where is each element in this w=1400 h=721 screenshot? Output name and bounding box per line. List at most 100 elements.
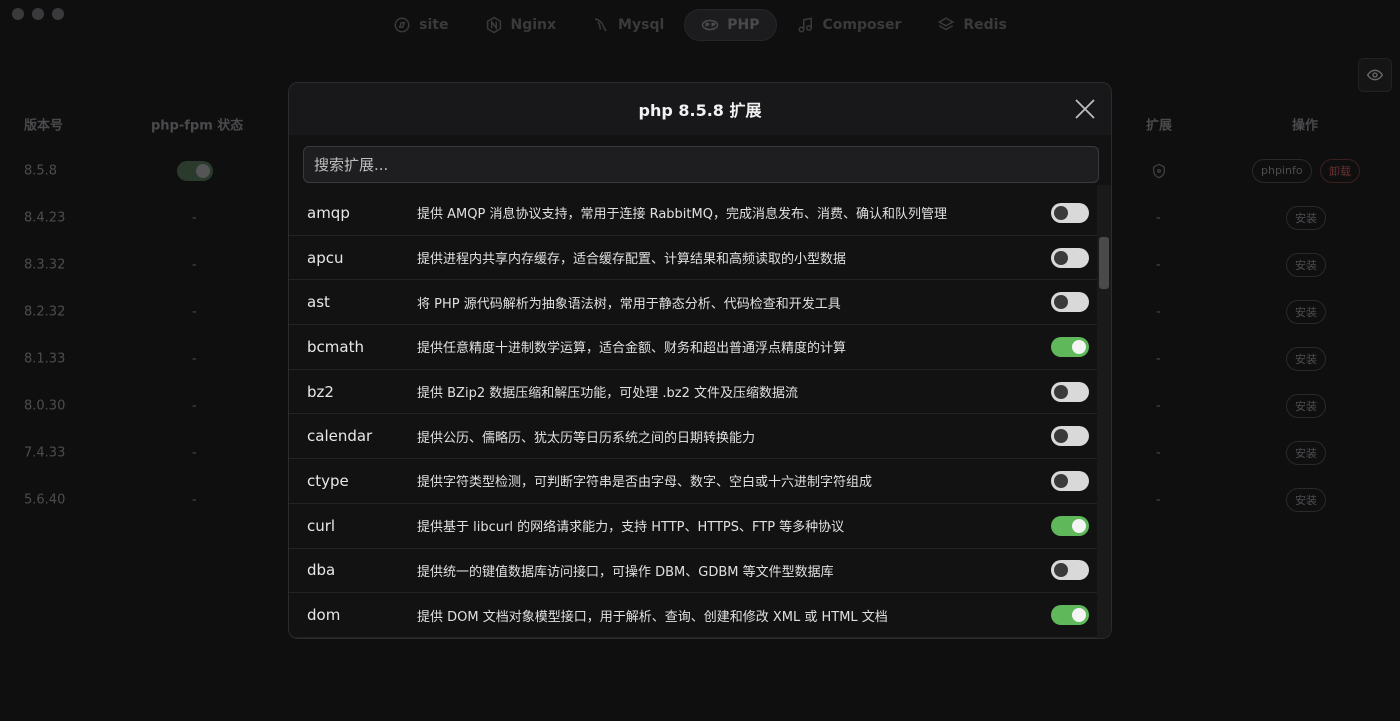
install-button[interactable]: 安装 (1286, 487, 1326, 512)
toggle-knob (1072, 518, 1086, 533)
extension-toggle-calendar[interactable] (1051, 426, 1089, 447)
tab-site[interactable]: site (377, 9, 464, 41)
scrollbar[interactable] (1097, 185, 1111, 638)
version-cell: 5.6.40 (24, 492, 66, 507)
install-button[interactable]: 安装 (1286, 252, 1326, 277)
install-button[interactable]: 安装 (1286, 346, 1326, 371)
version-cell: 8.4.23 (24, 210, 66, 225)
extension-description: 提供 BZip2 数据压缩和解压功能，可处理 .bz2 文件及压缩数据流 (417, 386, 798, 402)
fpm-cell: - (192, 398, 197, 413)
extension-name: ctype (307, 471, 349, 490)
modal-title: php 8.5.8 扩展 (638, 101, 762, 120)
tab-label: Nginx (510, 17, 557, 33)
ext-cell: - (1156, 398, 1161, 413)
toggle-knob (1054, 473, 1068, 488)
extension-name: apcu (307, 248, 344, 267)
extension-row-calendar: calendar 提供公历、儒略历、犹太历等日历系统之间的日期转换能力 (289, 414, 1099, 460)
extension-description: 提供 AMQP 消息协议支持，常用于连接 RabbitMQ，完成消息发布、消费、… (417, 207, 947, 223)
tab-redis[interactable]: Redis (921, 9, 1022, 41)
extension-toggle-amqp[interactable] (1051, 202, 1089, 223)
extension-name: dba (307, 561, 336, 580)
extension-search-input[interactable] (303, 146, 1099, 183)
extension-name: calendar (307, 427, 373, 446)
fpm-cell: - (192, 210, 197, 225)
phpinfo-button[interactable]: phpinfo (1252, 158, 1312, 183)
mysql-dolphin-icon (594, 18, 607, 32)
header-actions: 操作 (1292, 118, 1319, 133)
ext-cell: - (1156, 210, 1161, 225)
version-cell: 8.3.32 (24, 257, 66, 272)
tab-label: Composer (822, 17, 902, 33)
extension-name: ast (307, 293, 330, 312)
toggle-knob (1054, 429, 1068, 444)
extension-description: 提供进程内共享内存缓存，适合缓存配置、计算结果和高频读取的小型数据 (417, 252, 847, 268)
toggle-knob (1054, 250, 1068, 265)
nginx-icon (486, 16, 501, 34)
close-icon[interactable] (1073, 97, 1097, 121)
uninstall-button[interactable]: 卸载 (1320, 158, 1360, 183)
header-version: 版本号 (24, 118, 64, 133)
toggle-knob (1054, 205, 1068, 220)
tab-label: site (419, 17, 449, 33)
extension-row-bz2: bz2 提供 BZip2 数据压缩和解压功能，可处理 .bz2 文件及压缩数据流 (289, 370, 1099, 415)
version-cell: 8.2.32 (24, 304, 66, 319)
fpm-status-toggle[interactable] (177, 160, 213, 181)
extension-name: bcmath (307, 337, 364, 356)
scrollbar-thumb[interactable] (1099, 237, 1109, 289)
version-cell: 8.1.33 (24, 351, 66, 366)
eye-icon (1367, 69, 1383, 81)
install-button[interactable]: 安装 (1286, 440, 1326, 465)
extension-list: amqp 提供 AMQP 消息协议支持，常用于连接 RabbitMQ，完成消息发布… (289, 191, 1099, 638)
toggle-knob (1054, 563, 1068, 578)
extension-toggle-curl[interactable] (1051, 515, 1089, 536)
extension-toggle-dom[interactable] (1051, 605, 1089, 626)
extension-row-dom: dom 提供 DOM 文档对象模型接口，用于解析、查询、创建和修改 XML 或 H… (289, 593, 1099, 638)
settings-icon[interactable] (1151, 163, 1167, 179)
version-cell: 7.4.33 (24, 445, 66, 460)
extension-toggle-bz2[interactable] (1051, 381, 1089, 402)
music-note-icon (798, 17, 812, 33)
extension-row-curl: curl 提供基于 libcurl 的网络请求能力，支持 HTTP、HTTPS、F… (289, 504, 1099, 549)
tab-label: Redis (963, 17, 1007, 33)
fpm-cell: - (192, 351, 197, 366)
visibility-button[interactable] (1358, 58, 1392, 92)
extension-row-bcmath: bcmath 提供任意精度十进制数学运算，适合金额、财务和超出普通浮点精度的计算 (289, 325, 1099, 370)
tab-label: Mysql (618, 17, 665, 33)
fpm-cell: - (192, 492, 197, 507)
modal-body: amqp 提供 AMQP 消息协议支持，常用于连接 RabbitMQ，完成消息发布… (289, 135, 1111, 638)
fpm-cell: - (192, 304, 197, 319)
install-button[interactable]: 安装 (1286, 205, 1326, 230)
header-fpm-status: php-fpm 状态 (151, 118, 244, 133)
extension-row-apcu: apcu 提供进程内共享内存缓存，适合缓存配置、计算结果和高频读取的小型数据 (289, 236, 1099, 281)
install-button[interactable]: 安装 (1286, 299, 1326, 324)
version-cell: 8.0.30 (24, 398, 66, 413)
toggle-knob (1072, 608, 1086, 623)
ext-cell: - (1156, 445, 1161, 460)
toggle-knob (1054, 295, 1068, 310)
extension-toggle-dba[interactable] (1051, 560, 1089, 581)
fpm-cell: - (192, 257, 197, 272)
tab-mysql[interactable]: Mysql (576, 9, 680, 41)
tab-composer[interactable]: Composer (781, 9, 918, 41)
extension-toggle-ctype[interactable] (1051, 470, 1089, 491)
extension-toggle-ast[interactable] (1051, 292, 1089, 313)
toggle-knob (1054, 384, 1068, 399)
extension-toggle-bcmath[interactable] (1051, 336, 1089, 357)
extension-description: 提供统一的键值数据库访问接口，可操作 DBM、GDBM 等文件型数据库 (417, 564, 834, 580)
tab-label: PHP (727, 17, 760, 33)
extension-description: 提供公历、儒略历、犹太历等日历系统之间的日期转换能力 (417, 430, 756, 446)
extension-description: 提供 DOM 文档对象模型接口，用于解析、查询、创建和修改 XML 或 HTML… (417, 609, 888, 625)
extensions-modal: php 8.5.8 扩展 amqp 提供 AMQP 消息协议支持，常用于连接 Ra… (288, 82, 1112, 639)
tab-nginx[interactable]: Nginx (469, 9, 573, 41)
extension-row-amqp: amqp 提供 AMQP 消息协议支持，常用于连接 RabbitMQ，完成消息发布… (289, 191, 1099, 236)
extension-toggle-apcu[interactable] (1051, 247, 1089, 268)
install-button[interactable]: 安装 (1286, 393, 1326, 418)
extension-description: 提供字符类型检测，可判断字符串是否由字母、数字、空白或十六进制字符组成 (417, 475, 873, 491)
extension-name: curl (307, 516, 336, 535)
modal-header: php 8.5.8 扩展 (289, 83, 1111, 135)
version-cell: 8.5.8 (24, 163, 58, 178)
ext-cell: - (1156, 257, 1161, 272)
extension-description: 将 PHP 源代码解析为抽象语法树，常用于静态分析、代码检查和开发工具 (417, 296, 841, 312)
tab-php[interactable]: PHP (684, 9, 777, 41)
toggle-knob (1072, 339, 1086, 354)
